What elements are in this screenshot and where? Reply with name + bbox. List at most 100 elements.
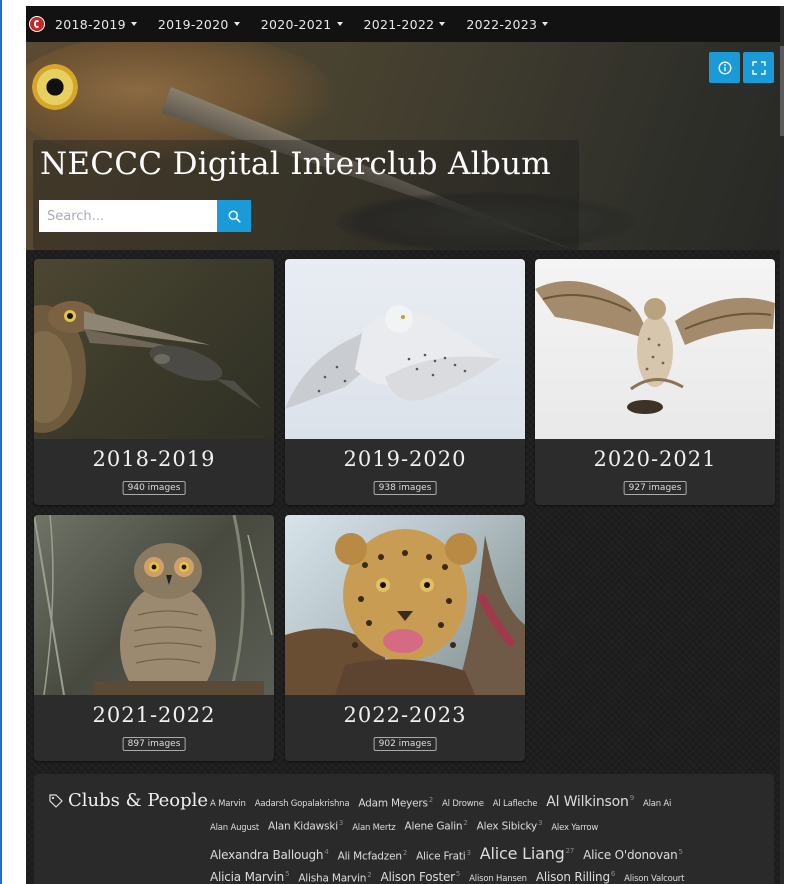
album-card-2020-2021[interactable]: 2020-2021 927 images (535, 259, 775, 505)
caret-down-icon (439, 22, 446, 26)
album-title[interactable]: 2019-2020 (285, 447, 525, 471)
tag-line: Alan August Alan Kidawski3 Alan Mertz Alene… (210, 819, 607, 833)
album-cover-owlet[interactable] (34, 515, 274, 695)
nav-item-2018-2019[interactable]: 2018-2019 (55, 17, 137, 32)
tag-name: Alice Frati (416, 850, 466, 862)
info-button[interactable] (709, 52, 740, 83)
tag-name: Alexandra Ballough (210, 848, 324, 862)
nav-item-2021-2022[interactable]: 2021-2022 (364, 17, 446, 32)
tag-link[interactable]: Alison Foster5 (381, 870, 461, 884)
album-cover-leopard[interactable] (285, 515, 525, 695)
tag-link[interactable]: Al Lafleche (493, 799, 538, 809)
tag-name: Alison Hansen (469, 874, 527, 884)
tag-count: 5 (678, 848, 683, 856)
tags-heading: Clubs & People (48, 790, 208, 811)
fullscreen-button[interactable] (743, 52, 774, 83)
tag-name: Alene Galin (404, 820, 463, 833)
tag-link[interactable]: Ali Mcfadzen2 (337, 849, 408, 863)
image-count-badge: 927 images (623, 481, 687, 495)
nav-item-2022-2023[interactable]: 2022-2023 (466, 17, 549, 32)
tag-name: Alan August (210, 822, 260, 833)
tag-link[interactable]: Alison Valcourt (624, 874, 684, 884)
tag-name: Alex Sibicky (476, 820, 538, 833)
album-cover-falcon[interactable] (535, 259, 775, 439)
tag-link[interactable]: Alan August (210, 823, 259, 833)
tag-line: Alicia Marvin5 Alisha Marvin2 Alison Foste… (210, 870, 693, 884)
album-cover-heron[interactable] (34, 259, 274, 439)
tag-count: 6 (610, 870, 616, 878)
tag-name: Al Lafleche (492, 799, 538, 809)
album-cover-snowy-owl[interactable] (285, 259, 525, 439)
browser-frame: 2018-2019 2019-2020 2020-2021 2021-2022 … (0, 0, 786, 884)
tag-link[interactable]: Alicia Marvin5 (210, 870, 290, 884)
tag-link[interactable]: Alisha Marvin2 (298, 871, 371, 884)
hero-banner: NECCC Digital Interclub Album (26, 42, 784, 250)
hero-bird-eye (32, 64, 78, 110)
tag-link[interactable]: Alex Sibicky3 (477, 819, 543, 833)
image-count-badge: 940 images (122, 481, 186, 495)
tag-link[interactable]: Al Wilkinson9 (546, 794, 634, 810)
tag-link[interactable]: Alison Hansen (469, 874, 527, 884)
tag-link[interactable]: Alan Mertz (352, 823, 396, 833)
tag-count: 9 (629, 794, 634, 803)
album-card-2022-2023[interactable]: 2022-2023 902 images (285, 515, 525, 761)
scrollbar[interactable] (780, 6, 784, 884)
fullscreen-icon (751, 60, 766, 75)
tag-name: Al Wilkinson (546, 794, 629, 810)
tag-link[interactable]: A Marvin (210, 799, 246, 809)
album-card-2018-2019[interactable]: 2018-2019 940 images (34, 259, 274, 505)
album-title[interactable]: 2018-2019 (34, 447, 274, 471)
image-count-badge: 902 images (373, 737, 437, 751)
tag-link[interactable]: Alice Frati3 (416, 849, 471, 863)
album-title[interactable]: 2020-2021 (535, 447, 775, 471)
tag-count: 3 (538, 819, 543, 827)
image-count-badge: 938 images (373, 481, 437, 495)
image-count-badge: 897 images (122, 737, 186, 751)
tag-count: 4 (324, 848, 329, 856)
site-logo-icon[interactable] (29, 16, 45, 32)
tag-link[interactable]: Alex Yarrow (551, 823, 598, 833)
album-title[interactable]: 2022-2023 (285, 703, 525, 727)
tag-link[interactable]: Aadarsh Gopalakrishna (255, 799, 350, 809)
search-input[interactable] (39, 200, 217, 232)
tag-name: Alice O'donovan (583, 848, 678, 862)
info-icon (718, 61, 731, 74)
tag-count: 27 (565, 846, 575, 855)
tag-link[interactable]: Alan Kidawski3 (268, 819, 343, 833)
tag-count: 2 (463, 819, 468, 827)
nav-item-2019-2020[interactable]: 2019-2020 (158, 17, 240, 32)
tag-link[interactable]: Alene Galin2 (405, 819, 468, 833)
search-button[interactable] (217, 200, 251, 232)
tag-line: Alexandra Ballough4 Ali Mcfadzen2 Alice Fr… (210, 844, 692, 863)
top-nav: 2018-2019 2019-2020 2020-2021 2021-2022 … (26, 6, 784, 42)
album-card-2019-2020[interactable]: 2019-2020 938 images (285, 259, 525, 505)
scrollbar-thumb[interactable] (780, 46, 784, 136)
tag-link[interactable]: Adam Meyers2 (358, 796, 433, 810)
tag-count: 5 (285, 870, 290, 878)
album-card-2021-2022[interactable]: 2021-2022 897 images (34, 515, 274, 761)
tag-link[interactable]: Al Drowne (442, 799, 484, 809)
tag-name: Alison Rilling (535, 870, 610, 884)
tag-name: Alan Kidawski (268, 820, 338, 833)
tag-link[interactable]: Alice O'donovan5 (583, 848, 683, 862)
tag-link[interactable]: Alice Liang27 (480, 844, 575, 863)
page-title: NECCC Digital Interclub Album (40, 146, 551, 182)
tag-link[interactable]: Alan Ai (643, 799, 671, 809)
tag-name: Alicia Marvin (210, 870, 285, 884)
tag-line: A Marvin Aadarsh Gopalakrishna Adam Meyers… (210, 794, 680, 810)
tag-name: Alex Yarrow (551, 822, 599, 833)
caret-down-icon (542, 22, 549, 26)
caret-down-icon (233, 22, 240, 26)
caret-down-icon (130, 22, 137, 26)
nav-item-2020-2021[interactable]: 2020-2021 (261, 17, 343, 32)
tag-name: Alison Foster (380, 870, 456, 884)
tag-count: 3 (338, 819, 344, 827)
album-title[interactable]: 2021-2022 (34, 703, 274, 727)
tag-name: Ali Mcfadzen (337, 850, 402, 862)
clubs-people-panel: Clubs & People A Marvin Aadarsh Gopalakri… (34, 774, 774, 884)
caret-down-icon (336, 22, 343, 26)
tag-name: Al Drowne (442, 799, 484, 809)
tag-count: 2 (428, 795, 434, 804)
tag-link[interactable]: Alexandra Ballough4 (210, 848, 329, 862)
tag-link[interactable]: Alison Rilling6 (536, 870, 615, 884)
